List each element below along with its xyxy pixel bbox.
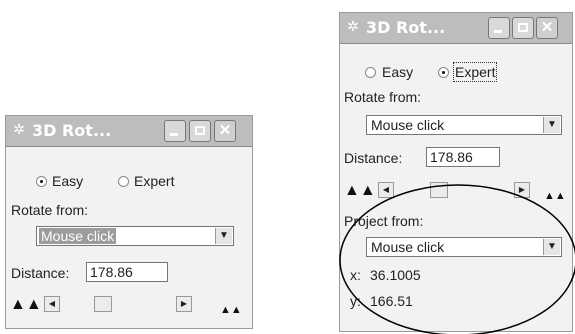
right-3d-rotate-dialog: ✲ 3D Rot... ✕ Easy Expert Rotate from: M…: [339, 12, 573, 332]
x-value: 36.1005: [370, 267, 421, 283]
easy-radio[interactable]: [36, 176, 47, 187]
maximize-button[interactable]: [189, 120, 211, 142]
project-from-label: Project from:: [344, 213, 424, 229]
maximize-icon: [195, 126, 205, 135]
distance-slider[interactable]: ◀ ▶: [44, 296, 196, 314]
close-icon: ✕: [540, 19, 554, 36]
distance-input[interactable]: 178.86: [426, 147, 500, 167]
project-from-select[interactable]: Mouse click ▼: [366, 237, 562, 257]
large-mountain-icon: ▲▲: [344, 182, 376, 199]
rotate-from-label: Rotate from:: [344, 89, 422, 105]
rotate-from-select[interactable]: Mouse click ▼: [366, 115, 562, 135]
dropdown-arrow-icon[interactable]: ▼: [543, 239, 560, 255]
maximize-icon: [518, 23, 528, 32]
rotate-from-value: Mouse click: [39, 228, 117, 244]
left-window-title: 3D Rot...: [32, 121, 112, 140]
small-mountain-icon: ▲▲: [544, 190, 566, 202]
expert-radio[interactable]: [438, 67, 449, 78]
expert-radio[interactable]: [118, 176, 129, 187]
app-icon: ✲: [347, 18, 359, 34]
minimize-button[interactable]: [488, 17, 510, 39]
slider-thumb[interactable]: [430, 182, 448, 198]
slider-left-arrow-icon[interactable]: ◀: [378, 182, 394, 198]
distance-input[interactable]: 178.86: [86, 262, 168, 282]
slider-right-arrow-icon[interactable]: ▶: [176, 296, 192, 312]
close-button[interactable]: ✕: [214, 120, 236, 142]
rotate-from-select[interactable]: Mouse click ▼: [36, 226, 234, 246]
small-mountain-icon: ▲▲: [220, 304, 242, 316]
close-icon: ✕: [218, 122, 232, 139]
slider-thumb[interactable]: [94, 296, 112, 312]
distance-slider[interactable]: ◀ ▶: [378, 182, 534, 200]
x-label: x:: [350, 267, 361, 283]
easy-radio[interactable]: [365, 67, 376, 78]
easy-radio-label[interactable]: Easy: [382, 64, 413, 80]
left-title-bar[interactable]: ✲ 3D Rot... ✕: [6, 116, 252, 147]
left-3d-rotate-dialog: ✲ 3D Rot... ✕ Easy Expert Rotate from: M…: [5, 115, 253, 329]
slider-right-arrow-icon[interactable]: ▶: [514, 182, 530, 198]
rotate-from-label: Rotate from:: [11, 202, 89, 218]
large-mountain-icon: ▲▲: [10, 296, 42, 313]
dropdown-arrow-icon[interactable]: ▼: [215, 228, 232, 244]
y-value: 166.51: [370, 293, 413, 309]
project-from-value: Mouse click: [371, 239, 445, 255]
expert-radio-label[interactable]: Expert: [452, 62, 498, 82]
rotate-from-value: Mouse click: [371, 117, 445, 133]
distance-label: Distance:: [11, 265, 70, 281]
y-label: y:: [350, 293, 361, 309]
distance-label: Distance:: [344, 150, 403, 166]
minimize-icon: [170, 133, 178, 136]
slider-left-arrow-icon[interactable]: ◀: [44, 296, 60, 312]
right-window-title: 3D Rot...: [366, 18, 446, 37]
minimize-button[interactable]: [164, 120, 186, 142]
right-title-bar[interactable]: ✲ 3D Rot... ✕: [340, 13, 572, 44]
close-button[interactable]: ✕: [536, 17, 558, 39]
maximize-button[interactable]: [512, 17, 534, 39]
minimize-icon: [494, 30, 502, 33]
dropdown-arrow-icon[interactable]: ▼: [543, 117, 560, 133]
expert-radio-label[interactable]: Expert: [134, 173, 174, 189]
app-icon: ✲: [13, 121, 25, 137]
easy-radio-label[interactable]: Easy: [52, 173, 83, 189]
